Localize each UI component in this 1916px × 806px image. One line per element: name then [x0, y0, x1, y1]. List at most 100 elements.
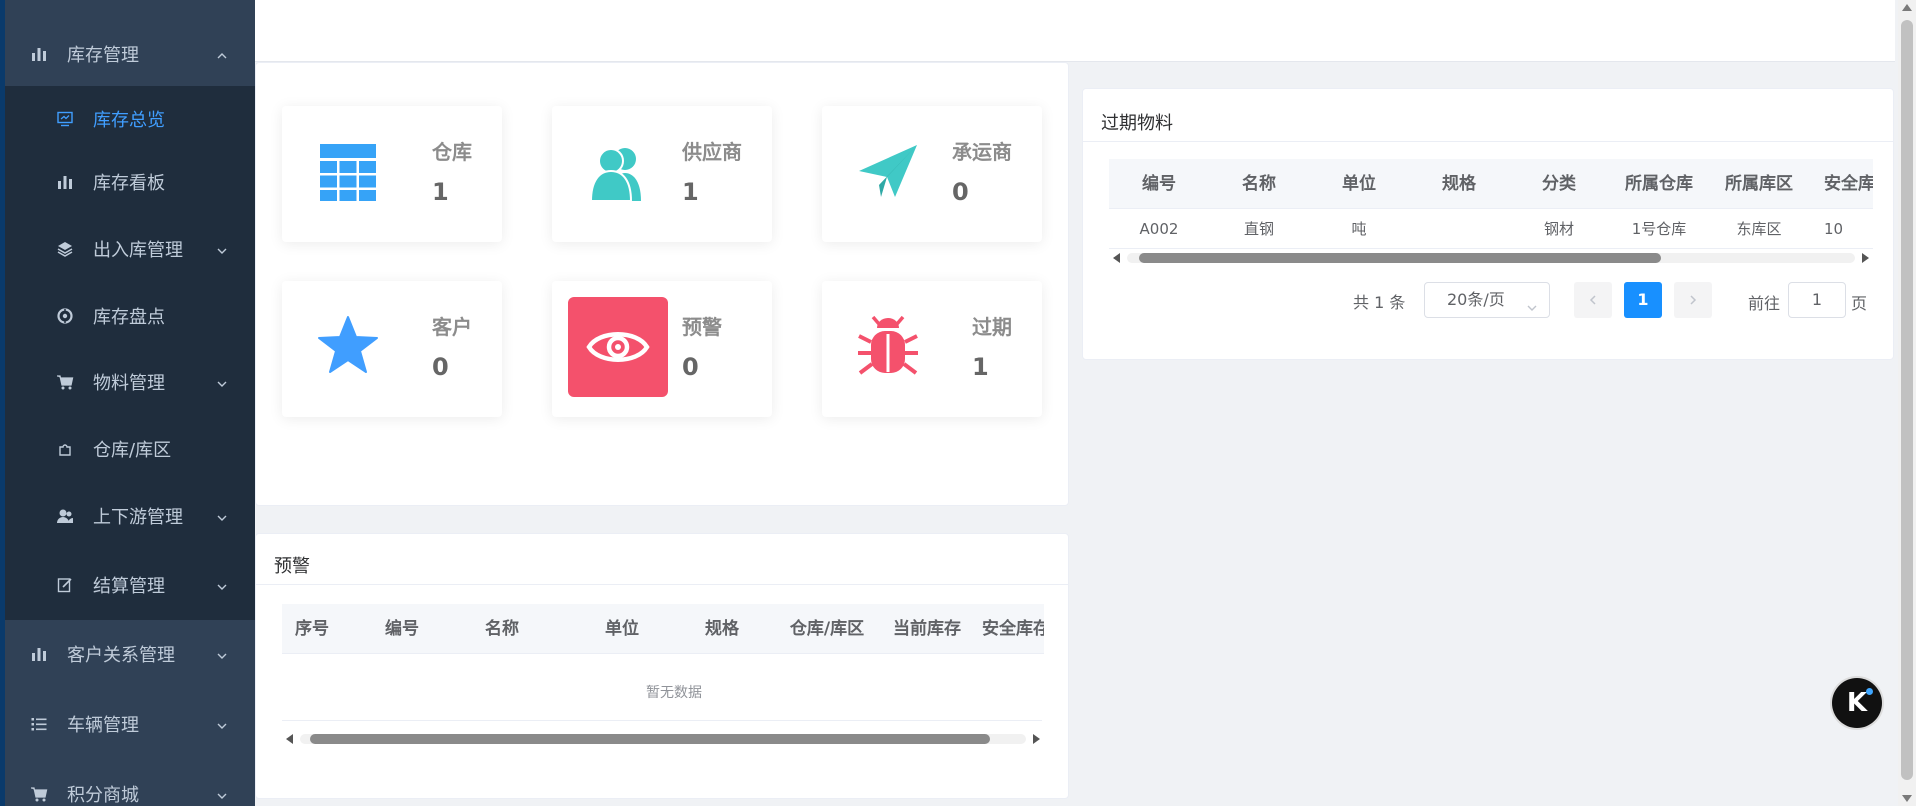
- sidebar-item-label: 库存盘点: [93, 307, 165, 328]
- stat-card-warning[interactable]: 预警 0: [552, 281, 772, 417]
- sidebar-item-inventory-board[interactable]: 库存看板: [5, 149, 255, 215]
- layers-icon: [55, 239, 75, 259]
- table-cell: 东库区: [1736, 220, 1782, 238]
- stat-label: 承运商: [952, 140, 1012, 164]
- scroll-right-arrow[interactable]: [1033, 734, 1040, 744]
- stat-card-carrier[interactable]: 承运商 0: [822, 106, 1042, 242]
- page-scrollbar[interactable]: [1898, 0, 1916, 806]
- stat-count: 1: [682, 178, 699, 206]
- stat-label: 预警: [682, 315, 722, 339]
- sidebar-item-material-management[interactable]: 物料管理: [5, 349, 255, 415]
- users-icon: [55, 506, 75, 526]
- table-cell: A002: [1139, 220, 1179, 238]
- expired-table-scrollbar[interactable]: [1109, 249, 1873, 263]
- sidebar-item-settlement[interactable]: 结算管理: [5, 552, 255, 618]
- sidebar-item-in-out-management[interactable]: 出入库管理: [5, 216, 255, 282]
- chevron-down-icon: [215, 375, 229, 389]
- sidebar-item-label: 上下游管理: [93, 507, 183, 528]
- scrollbar-thumb[interactable]: [310, 734, 990, 744]
- column-header: 名称: [1242, 174, 1276, 194]
- warning-table-scrollbar[interactable]: [282, 730, 1044, 744]
- stat-card-expired[interactable]: 过期 1: [822, 281, 1042, 417]
- page-size-select[interactable]: 20条/页: [1424, 282, 1550, 318]
- list-icon: [29, 714, 49, 734]
- column-header: 安全库存: [1824, 174, 1873, 194]
- sidebar-item-label: 物料管理: [93, 373, 165, 394]
- chevron-up-icon: [215, 47, 229, 61]
- table-cell: 钢材: [1543, 220, 1574, 238]
- table-cell: 直钢: [1243, 220, 1274, 238]
- sidebar-item-label: 库存总览: [93, 110, 165, 131]
- sidebar-item-label: 库存看板: [93, 173, 165, 194]
- menu-label: 积分商城: [67, 785, 139, 806]
- bar-chart-icon: [55, 172, 75, 192]
- submenu-inventory: 库存总览 库存看板 出入库管理 库存盘点 物料管理 仓库/库区 上下游管理 结算…: [5, 86, 255, 620]
- table-grid-icon: [298, 122, 398, 222]
- panel-divider: [1083, 141, 1893, 142]
- stats-panel: 仓库 1 供应商 1 承运商 0 客户 0 预警 0 过期 1: [255, 62, 1069, 506]
- bug-icon: [838, 297, 938, 397]
- panel-divider: [256, 584, 1068, 585]
- stat-card-customer[interactable]: 客户 0: [282, 281, 502, 417]
- chevron-down-icon: [215, 509, 229, 523]
- aperture-icon: [55, 306, 75, 326]
- monitor-icon: [55, 109, 75, 129]
- table-cell: 1号仓库: [1631, 220, 1687, 238]
- page-number-button[interactable]: 1: [1624, 282, 1662, 318]
- sidebar-item-warehouse-zone[interactable]: 仓库/库区: [5, 416, 255, 482]
- scroll-down-arrow[interactable]: [1902, 795, 1912, 802]
- chevron-down-icon: [215, 717, 229, 731]
- sidebar-item-label: 结算管理: [93, 576, 165, 597]
- star-icon: [298, 297, 398, 397]
- eye-icon: [568, 297, 668, 397]
- stat-label: 供应商: [682, 140, 742, 164]
- column-header: 名称: [485, 619, 519, 639]
- scroll-left-arrow[interactable]: [286, 734, 293, 744]
- menu-label: 客户关系管理: [67, 645, 175, 666]
- sidebar-item-upstream-downstream[interactable]: 上下游管理: [5, 483, 255, 549]
- scroll-up-arrow[interactable]: [1902, 4, 1912, 11]
- chevron-down-icon: [215, 787, 229, 801]
- edit-icon: [55, 575, 75, 595]
- stat-card-warehouse[interactable]: 仓库 1: [282, 106, 502, 242]
- menu-crm[interactable]: 客户关系管理: [5, 620, 255, 688]
- people-icon: [568, 122, 668, 222]
- chevron-down-icon: [1525, 293, 1539, 311]
- column-header: 单位: [605, 619, 639, 639]
- panel-title: 过期物料: [1101, 113, 1173, 134]
- table-row[interactable]: A002 直钢 吨 钢材 1号仓库 东库区 10: [1109, 209, 1873, 249]
- stat-card-supplier[interactable]: 供应商 1: [552, 106, 772, 242]
- chevron-right-icon: [1690, 295, 1697, 305]
- stat-label: 仓库: [432, 140, 472, 164]
- expired-panel: 过期物料 编号 名称 单位 规格 分类 所属仓库 所属库区 安全库存 A002 …: [1082, 88, 1894, 360]
- stat-label: 过期: [972, 315, 1012, 339]
- column-header: 序号: [295, 619, 329, 639]
- sidebar-item-label: 出入库管理: [93, 240, 183, 261]
- column-header: 编号: [1142, 174, 1176, 194]
- stat-count: 0: [682, 353, 699, 381]
- menu-points-mall[interactable]: 积分商城: [5, 760, 255, 806]
- sidebar: 库存管理 库存总览 库存看板 出入库管理 库存盘点 物料管理 仓库/库区 上下游…: [0, 0, 255, 806]
- chevron-down-icon: [215, 242, 229, 256]
- chevron-down-icon: [215, 578, 229, 592]
- menu-inventory-management[interactable]: 库存管理: [5, 20, 255, 88]
- goto-label: 前往: [1748, 294, 1781, 313]
- column-header: 安全库存: [982, 619, 1044, 639]
- column-header: 分类: [1542, 174, 1576, 194]
- menu-vehicle-management[interactable]: 车辆管理: [5, 690, 255, 758]
- scrollbar-thumb[interactable]: [1901, 20, 1913, 780]
- next-page-button[interactable]: [1674, 282, 1712, 318]
- scroll-left-arrow[interactable]: [1113, 253, 1120, 263]
- table-cell: [1419, 209, 1499, 248]
- sidebar-item-stocktaking[interactable]: 库存盘点: [5, 283, 255, 349]
- goto-page-input[interactable]: 1: [1788, 282, 1846, 318]
- stat-count: 0: [432, 353, 449, 381]
- floating-assistant-button[interactable]: K: [1832, 678, 1882, 728]
- scrollbar-thumb[interactable]: [1139, 253, 1661, 263]
- warning-panel: 预警 序号 编号 名称 单位 规格 仓库/库区 当前库存 安全库存 暂无数据: [255, 533, 1069, 799]
- prev-page-button[interactable]: [1574, 282, 1612, 318]
- sidebar-item-inventory-overview[interactable]: 库存总览: [5, 86, 255, 152]
- bar-chart-icon: [29, 44, 49, 64]
- scroll-right-arrow[interactable]: [1862, 253, 1869, 263]
- page-suffix: 页: [1851, 294, 1868, 313]
